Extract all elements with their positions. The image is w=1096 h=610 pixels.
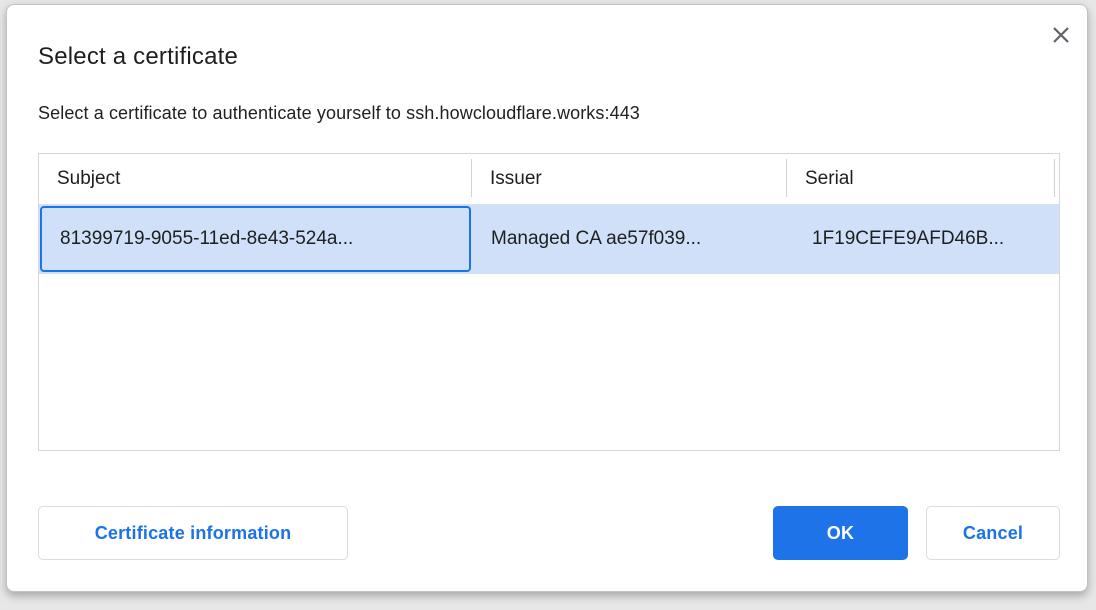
cancel-button[interactable]: Cancel [926, 506, 1060, 560]
cell-subject[interactable]: 81399719-9055-11ed-8e43-524a... [39, 204, 472, 274]
column-header-serial: Serial [787, 154, 1055, 204]
ok-button[interactable]: OK [773, 506, 908, 560]
dialog-title: Select a certificate [38, 43, 238, 71]
close-icon[interactable] [1047, 21, 1075, 49]
page-background: Select a certificate Select a certificat… [0, 0, 1096, 610]
cell-issuer[interactable]: Managed CA ae57f039... [472, 204, 787, 274]
column-header-gutter [1055, 154, 1059, 204]
close-icon-glyph [1051, 25, 1071, 45]
dialog-subtitle: Select a certificate to authenticate you… [38, 103, 640, 124]
cell-serial[interactable]: 1F19CEFE9AFD46B... [787, 204, 1059, 274]
column-header-issuer: Issuer [472, 154, 787, 204]
table-header-row: Subject Issuer Serial [39, 154, 1059, 204]
certificate-table: Subject Issuer Serial 81399719-9055-11ed… [38, 153, 1060, 451]
column-header-subject: Subject [39, 154, 472, 204]
certificate-information-button[interactable]: Certificate information [38, 506, 348, 560]
certificate-row-selected[interactable]: 81399719-9055-11ed-8e43-524a... Managed … [39, 204, 1059, 274]
select-certificate-dialog: Select a certificate Select a certificat… [6, 4, 1088, 592]
